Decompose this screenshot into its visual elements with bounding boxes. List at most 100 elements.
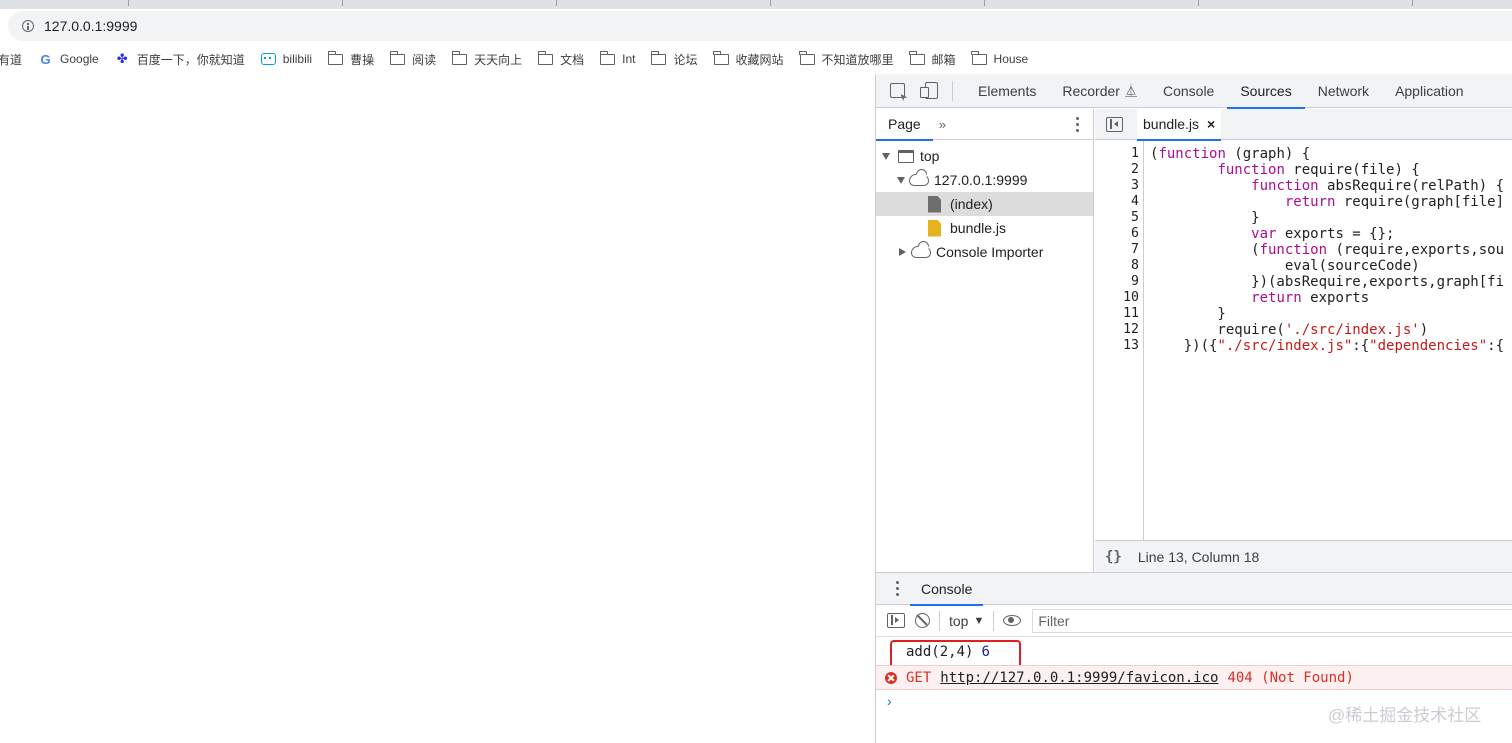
tab-label: Network (1317, 82, 1370, 99)
bookmark-label: 阅读 (412, 52, 437, 67)
bookmark-folder[interactable]: 文档 (537, 50, 584, 68)
bookmark-folder[interactable]: Int (599, 50, 635, 66)
page-viewport[interactable] (0, 75, 876, 743)
bookmark-label: 收藏网站 (735, 52, 784, 67)
folder-icon (389, 50, 406, 65)
more-tabs-icon[interactable]: » (939, 117, 946, 132)
bookmark-label: House (993, 52, 1029, 66)
tree-item-label: bundle.js (950, 220, 1007, 236)
code-area[interactable]: 1 2 3 4 5 6 7 8 9 10 11 12 13 (function … (1095, 141, 1512, 540)
bookmark-bilibili[interactable]: bilibili (260, 52, 313, 66)
tab-recorder[interactable]: Recorder ⏅ (1049, 74, 1150, 108)
info-icon[interactable] (22, 20, 34, 32)
line-number: 12 (1123, 322, 1139, 337)
code-line: } (1150, 306, 1226, 322)
url-text[interactable]: 127.0.0.1:9999 (44, 18, 137, 34)
cursor-position: Line 13, Column 18 (1137, 548, 1260, 565)
bookmark-label: 有道 (0, 52, 23, 67)
code-line: (function (require,exports,sou (1150, 242, 1505, 258)
code-line: function absRequire(relPath) { (1251, 178, 1505, 194)
console-filter-input[interactable]: Filter (1032, 608, 1512, 633)
code-line: require('./src/index.js') (1150, 322, 1429, 338)
clear-console-icon[interactable] (915, 613, 930, 628)
tree-item-index[interactable]: (index) (876, 192, 1093, 216)
file-tab-bundle[interactable]: bundle.js × (1137, 108, 1222, 141)
bookmark-folder[interactable]: 论坛 (651, 50, 698, 68)
inspect-element-button[interactable] (886, 80, 908, 102)
tab-application[interactable]: Application (1382, 74, 1477, 108)
bookmark-google[interactable]: G Google (38, 51, 99, 67)
tab-separator (770, 0, 771, 6)
drawer-menu-icon[interactable] (895, 581, 899, 596)
bookmark-label: Google (60, 52, 99, 66)
bookmark-baidu[interactable]: ✤ 百度一下，你就知道 (115, 51, 245, 68)
cloud-icon (911, 246, 931, 258)
more-options-icon[interactable] (1075, 117, 1079, 132)
code-line: })({"./src/index.js":{"dependencies":{ (1150, 338, 1505, 354)
bookmark-label: 论坛 (673, 52, 698, 67)
tab-label: Console (921, 580, 973, 597)
tab-label: Page (888, 116, 921, 132)
tree-item-console-importer[interactable]: Console Importer (876, 240, 1093, 264)
console-toolbar: top ▼ Filter (876, 605, 1512, 637)
drawer-tab-console[interactable]: Console (910, 573, 984, 606)
bookmark-label: 邮箱 (931, 52, 956, 67)
bookmark-folder[interactable]: House (971, 50, 1029, 66)
tab-sources[interactable]: Sources (1227, 74, 1306, 109)
tab-console[interactable]: Console (1150, 74, 1227, 108)
console-sidebar-icon[interactable] (887, 613, 905, 628)
file-tab-label: bundle.js (1143, 116, 1200, 132)
bookmark-folder[interactable]: 曹操 (327, 50, 375, 68)
tree-item-top[interactable]: top (876, 144, 1093, 168)
toolbar-divider (952, 80, 953, 101)
error-url-link[interactable]: http://127.0.0.1:9999/favicon.ico (940, 670, 1218, 686)
tab-page[interactable]: Page (876, 109, 933, 141)
code-line: eval(sourceCode) (1150, 258, 1420, 274)
device-toolbar-button[interactable] (919, 80, 942, 102)
line-number: 2 (1131, 162, 1139, 177)
file-navigator: Page » top 127.0.0.1:9999 (index) bundle… (876, 109, 1094, 572)
google-icon: G (40, 51, 51, 67)
folder-icon (327, 50, 344, 65)
line-number: 3 (1131, 178, 1139, 193)
tree-item-label: (index) (950, 196, 993, 212)
console-error-row: GET http://127.0.0.1:9999/favicon.ico 40… (876, 665, 1512, 690)
tab-separator (342, 0, 343, 6)
address-bar[interactable]: 127.0.0.1:9999 (8, 11, 1512, 41)
bookmark-label: 不知道放哪里 (821, 52, 894, 67)
bookmark-folder[interactable]: 天天向上 (451, 50, 522, 68)
toolbar-divider (993, 610, 995, 631)
tree-item-bundle[interactable]: bundle.js (876, 216, 1093, 240)
tab-elements[interactable]: Elements (965, 74, 1049, 108)
tab-network[interactable]: Network (1305, 74, 1382, 108)
flask-icon: ⏅ (1124, 84, 1137, 98)
drawer-tab-bar: Console (876, 573, 1512, 606)
console-prompt[interactable]: › (887, 693, 892, 709)
tree-item-origin[interactable]: 127.0.0.1:9999 (876, 168, 1093, 192)
bookmark-folder[interactable]: 不知道放哪里 (799, 50, 894, 68)
bookmark-folder[interactable]: 邮箱 (909, 50, 956, 68)
live-expression-eye-icon[interactable] (1003, 615, 1022, 626)
line-number: 1 (1131, 146, 1139, 161)
line-number: 9 (1131, 274, 1139, 289)
watermark: @稀土掘金技术社区 (1328, 706, 1482, 725)
bookmark-label: bilibili (282, 52, 313, 66)
expand-arrow-icon[interactable] (897, 176, 905, 184)
line-number: 11 (1123, 306, 1139, 321)
close-icon[interactable]: × (1207, 116, 1215, 132)
bookmark-youdao[interactable]: 有道 (0, 51, 22, 68)
line-number: 4 (1131, 194, 1139, 209)
context-selector[interactable]: top ▼ (949, 613, 984, 629)
bookmark-label: 曹操 (350, 52, 375, 67)
toggle-navigator-icon[interactable] (1106, 116, 1123, 132)
folder-icon (799, 50, 815, 65)
pretty-print-icon[interactable]: {} (1105, 549, 1122, 565)
expand-arrow-icon[interactable] (882, 152, 890, 160)
bookmark-folder[interactable]: 收藏网站 (713, 50, 784, 68)
expand-arrow-icon[interactable] (899, 248, 906, 256)
bookmarks-bar: 有道 G Google ✤ 百度一下，你就知道 bilibili 曹操 阅读 天… (0, 46, 1510, 72)
tab-separator (1198, 0, 1199, 6)
bookmark-folder[interactable]: 阅读 (389, 50, 437, 68)
document-icon (928, 195, 941, 213)
code-line: })(absRequire,exports,graph[fi (1150, 274, 1505, 290)
